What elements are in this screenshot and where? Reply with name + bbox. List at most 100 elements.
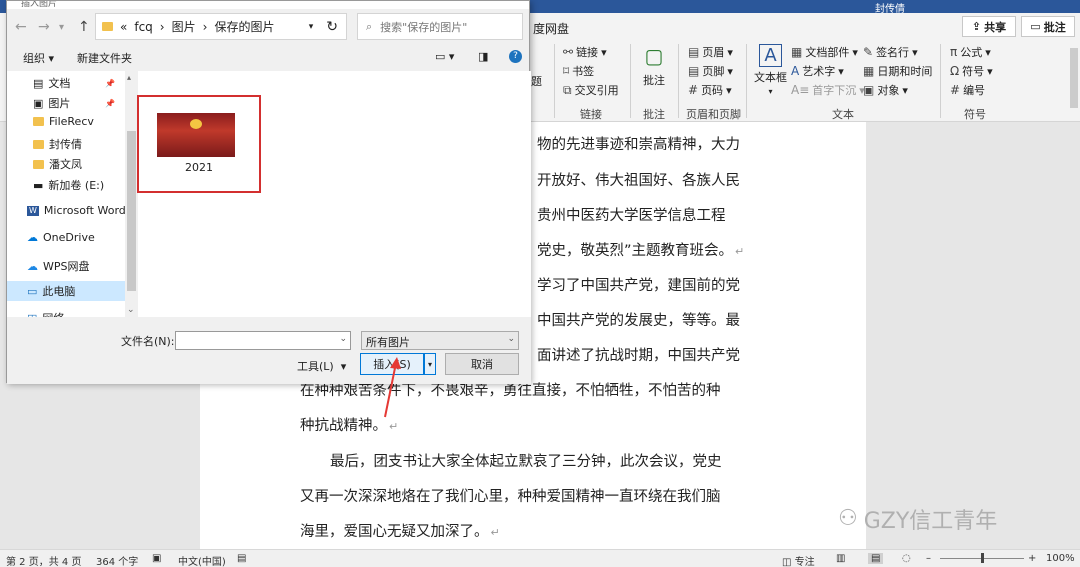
object-button[interactable]: ▣ 对象 ▾ — [863, 82, 908, 98]
pin-icon: 📌 — [105, 78, 116, 88]
preview-pane-icon[interactable]: ◨ — [478, 50, 488, 63]
doc-line-11: 又再一次深深地烙在了我们心里，种种爱国精神一直环绕在我们脑 — [300, 489, 721, 505]
wechat-icon: ⚇ — [838, 506, 858, 531]
equation-button[interactable]: π 公式 ▾ — [950, 44, 991, 60]
insert-options-dropdown[interactable]: ▾ — [424, 353, 436, 375]
cloud-icon: ☁ — [27, 231, 38, 244]
nav-scrollbar-thumb[interactable] — [127, 131, 136, 291]
header-button[interactable]: ▤ 页眉 ▾ — [688, 44, 733, 60]
crossref-button[interactable]: ⧉ 交叉引用 — [563, 82, 619, 98]
group-label-text: 文本 — [832, 108, 854, 121]
nav-item-onedrive[interactable]: ☁ OneDrive — [27, 231, 95, 244]
nav-item-fengchuanqian[interactable]: 封传倩 — [33, 136, 82, 152]
page-count[interactable]: 第 2 页，共 4 页 — [6, 553, 81, 567]
folder-icon — [33, 139, 44, 149]
nav-item-pictures[interactable]: ▣ 图片 📌 — [33, 95, 115, 111]
nav-item-network[interactable]: ◫网络 — [27, 310, 127, 317]
link-icon: ⚯ — [563, 45, 574, 59]
numbering-button[interactable]: # 编号 — [950, 82, 985, 98]
group-label-symbol: 符号 — [964, 108, 986, 121]
tab-baidu-netdisk[interactable]: 度网盘 — [533, 20, 569, 37]
ribbon-scrollbar[interactable] — [1070, 48, 1078, 108]
comment-tab-button[interactable]: ▭ 批注 — [1021, 16, 1075, 37]
zoom-out-icon[interactable]: – — [926, 553, 931, 564]
pictures-icon: ▣ — [33, 96, 44, 110]
address-dropdown-icon[interactable]: ▾ — [309, 22, 314, 32]
dialog-title-bar: 插入图片 — [7, 1, 529, 9]
word-count[interactable]: 364 个字 — [96, 553, 138, 567]
share-icon: ⇪ — [971, 20, 982, 33]
footer-button[interactable]: ▤ 页脚 ▾ — [688, 63, 733, 79]
cancel-button[interactable]: 取消 — [445, 353, 519, 375]
help-icon[interactable]: ? — [509, 50, 522, 63]
folder-icon — [102, 22, 113, 31]
zoom-in-icon[interactable]: + — [1028, 553, 1036, 564]
nav-item-panwenfeng[interactable]: 潘文凤 — [33, 156, 82, 172]
bookmark-button[interactable]: ⌑ 书签 — [563, 63, 594, 79]
breadcrumb-fcq[interactable]: fcq — [134, 20, 152, 34]
annotation-arrow — [384, 357, 401, 418]
bookmark-icon: ⌑ — [563, 64, 570, 78]
doc-line-7: 面讲述了抗战时期，中国共产党 — [537, 348, 740, 364]
quick-parts-button[interactable]: ▦ 文档部件 ▾ — [791, 44, 858, 60]
signature-line-button[interactable]: ✎ 签名行 ▾ — [863, 44, 918, 60]
scroll-up-icon[interactable]: ▴ — [127, 73, 131, 82]
breadcrumb-pictures[interactable]: 图片 — [172, 18, 196, 35]
datetime-button[interactable]: ▦ 日期和时间 — [863, 63, 932, 79]
tools-dropdown[interactable]: 工具(L) ▾ — [297, 358, 346, 374]
back-icon[interactable]: ← — [15, 19, 27, 35]
nav-item-wps-netdisk[interactable]: ☁ WPS网盘 — [27, 258, 90, 274]
language[interactable]: 中文(中国) — [178, 553, 226, 567]
textbox-button[interactable]: A 文本框 ▾ — [754, 44, 787, 96]
nav-item-microsoft-word[interactable]: W Microsoft Word — [27, 204, 126, 217]
nav-item-drive-e[interactable]: ▬ 新加卷 (E:) — [33, 177, 104, 193]
up-icon[interactable]: ↑ — [78, 19, 90, 35]
nav-item-this-pc[interactable]: ▭ 此电脑 — [7, 281, 125, 301]
new-comment-icon: ▢ — [644, 44, 664, 68]
nav-item-documents[interactable]: ▤ 文档 📌 — [33, 75, 115, 91]
cloud-icon: ☁ — [27, 259, 38, 273]
refresh-icon[interactable]: ↻ — [326, 19, 338, 35]
pi-icon: π — [950, 45, 958, 59]
wordart-button[interactable]: A 艺术字 ▾ — [791, 63, 844, 79]
address-bar[interactable]: « fcq › 图片 › 保存的图片 ▾ ↻ — [95, 13, 347, 40]
filename-input[interactable]: ⌄ — [175, 331, 351, 350]
link-button[interactable]: ⚯ 链接 ▾ — [563, 44, 607, 60]
read-mode-icon[interactable]: ▥ — [836, 553, 845, 564]
view-options-icon[interactable]: ▭ ▾ — [435, 50, 454, 63]
page-number-button[interactable]: # 页码 ▾ — [688, 82, 732, 98]
nav-item-filerecv[interactable]: FileRecv — [33, 115, 94, 128]
forward-icon[interactable]: → — [38, 19, 50, 35]
proofing-icon[interactable]: ▣ — [152, 553, 161, 564]
accessibility-icon[interactable]: ▤ — [237, 553, 246, 564]
breadcrumb-saved-pictures[interactable]: 保存的图片 — [214, 18, 274, 35]
new-comment-button[interactable]: ▢ 批注 — [643, 44, 665, 88]
share-button[interactable]: ⇪ 共享 — [962, 16, 1016, 37]
zoom-level[interactable]: 100% — [1046, 553, 1075, 564]
zoom-slider-thumb[interactable] — [981, 553, 984, 563]
focus-button[interactable]: ◫ 专注 — [782, 553, 815, 567]
textbox-icon: A — [759, 44, 782, 67]
organize-button[interactable]: 组织 ▾ — [23, 50, 54, 66]
folder-icon — [33, 159, 44, 169]
insert-picture-dialog: 插入图片 ← → ▾ ↑ « fcq › 图片 › 保存的图片 ▾ ↻ ⌕ 搜索… — [6, 0, 531, 384]
scroll-down-icon[interactable]: ⌄ — [127, 305, 135, 315]
group-label-header-footer: 页眉和页脚 — [686, 108, 741, 121]
search-box[interactable]: ⌕ 搜索"保存的图片" — [357, 13, 523, 40]
page-number-icon: # — [688, 83, 699, 97]
doc-line-5: 学习了中国共产党，建国前的党 — [537, 278, 740, 294]
new-folder-button[interactable]: 新建文件夹 — [77, 50, 132, 66]
dropcap-icon: A≡ — [791, 83, 810, 97]
print-layout-icon[interactable]: ▤ — [868, 553, 884, 564]
file-thumbnail-image[interactable] — [157, 113, 235, 157]
word-icon: W — [27, 205, 39, 216]
filetype-select[interactable]: 所有图片 ⌄ — [361, 331, 519, 350]
chevron-down-icon[interactable]: ⌄ — [339, 334, 347, 344]
web-layout-icon[interactable]: ◌ — [902, 553, 911, 564]
crossref-icon: ⧉ — [563, 82, 572, 97]
symbol-button[interactable]: Ω 符号 ▾ — [950, 63, 993, 79]
dropcap-button[interactable]: A≡ 首字下沉 ▾ — [791, 82, 865, 98]
recent-dropdown-icon[interactable]: ▾ — [59, 22, 64, 33]
doc-line-4: 党史，敬英烈”主题教育班会。 ↵ — [537, 243, 745, 259]
doc-line-12: 海里，爱国心无疑又加深了。 ↵ — [300, 524, 500, 540]
